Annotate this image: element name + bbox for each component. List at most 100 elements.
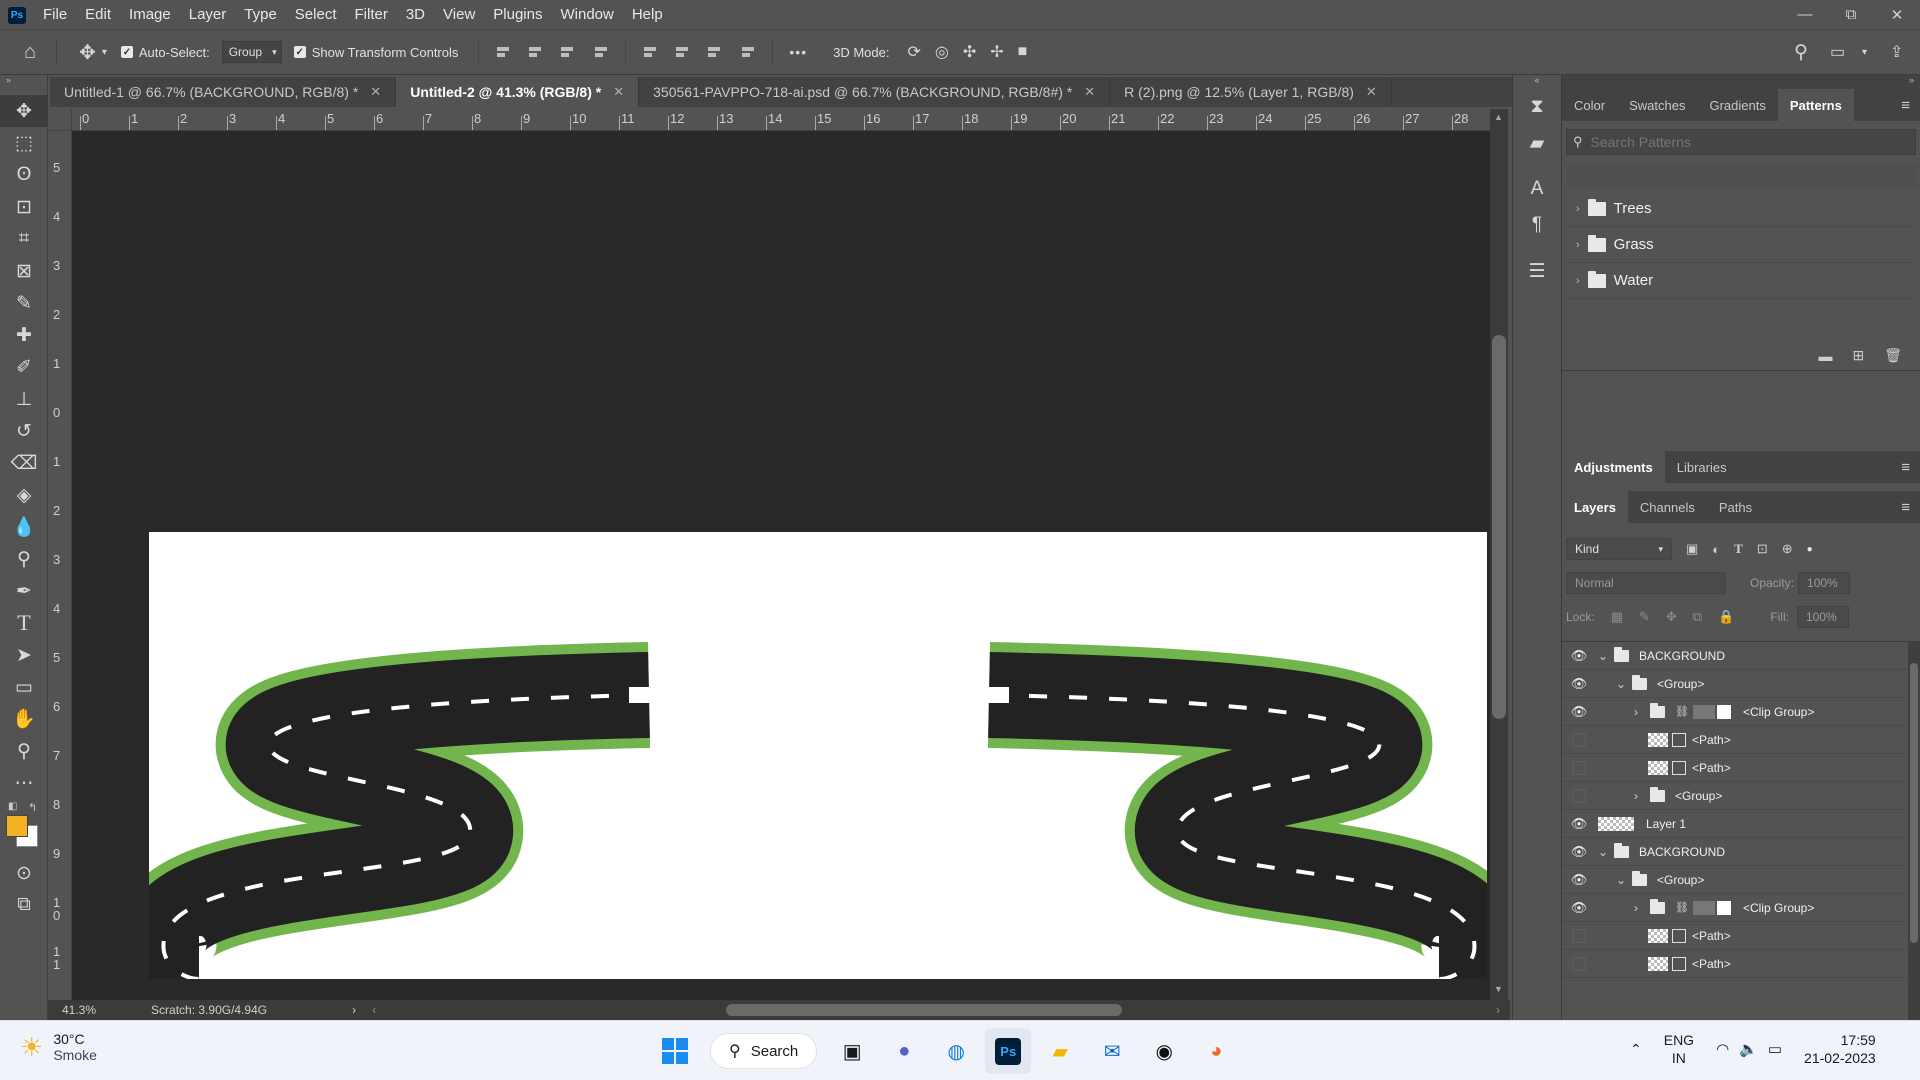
language-indicator[interactable]: ENG IN: [1664, 1031, 1694, 1067]
chevron-right-icon[interactable]: ›: [1634, 789, 1648, 803]
blend-mode-dropdown[interactable]: Normal: [1566, 572, 1726, 594]
file-explorer-icon[interactable]: ▰: [1037, 1028, 1083, 1074]
document-canvas[interactable]: [149, 532, 1487, 979]
weather-widget[interactable]: ☀ 30°C Smoke: [20, 1031, 97, 1063]
collapse-icon[interactable]: »: [0, 75, 47, 87]
mail-icon[interactable]: ✉: [1089, 1028, 1135, 1074]
home-icon[interactable]: ⌂: [24, 41, 36, 64]
clock[interactable]: 17:59 21-02-2023: [1804, 1031, 1876, 1067]
frame-tool[interactable]: ⊠: [0, 255, 48, 287]
menu-layer[interactable]: Layer: [180, 0, 236, 29]
status-menu-arrow[interactable]: ›: [352, 1003, 356, 1017]
edge-browser-icon[interactable]: ◍: [933, 1028, 979, 1074]
comments-icon[interactable]: ▰: [1513, 125, 1561, 161]
visibility-eye-icon[interactable]: 👁: [1562, 900, 1596, 916]
visibility-eye-icon[interactable]: 👁: [1562, 816, 1596, 832]
properties-icon[interactable]: ☰: [1513, 253, 1561, 289]
object-select-tool[interactable]: ⊡: [0, 191, 48, 223]
visibility-toggle[interactable]: [1572, 956, 1586, 971]
delete-icon[interactable]: 🗑: [1884, 347, 1902, 364]
scroll-down-icon[interactable]: ▼: [1494, 984, 1503, 994]
scroll-left-icon[interactable]: ‹: [372, 1003, 376, 1017]
fill-field[interactable]: 100%: [1796, 606, 1849, 628]
chevron-right-icon[interactable]: ›: [1576, 275, 1580, 287]
marquee-tool[interactable]: ⬚: [0, 127, 48, 159]
visibility-toggle[interactable]: [1572, 732, 1586, 747]
close-button[interactable]: ✕: [1874, 0, 1920, 29]
chevron-down-icon[interactable]: ⌄: [1598, 845, 1612, 859]
menu-help[interactable]: Help: [623, 0, 672, 29]
kind-filter-dropdown[interactable]: Kind ▾: [1566, 538, 1672, 560]
screen-mode-icon[interactable]: ⧉: [0, 889, 48, 921]
pattern-group-grass[interactable]: › Grass: [1566, 227, 1916, 263]
dell-icon[interactable]: ◉: [1141, 1028, 1187, 1074]
tab-untitled-2[interactable]: Untitled-2 @ 41.3% (RGB/8) * ✕: [396, 77, 640, 107]
move-tool-icon[interactable]: ✥: [79, 40, 96, 65]
crop-tool[interactable]: ⌗: [0, 223, 48, 255]
blur-tool[interactable]: 💧: [0, 511, 48, 543]
layer-row[interactable]: <Path>: [1562, 754, 1908, 782]
stamp-tool[interactable]: ⊥: [0, 383, 48, 415]
align-top-icon[interactable]: [642, 44, 658, 60]
menu-image[interactable]: Image: [120, 0, 180, 29]
layers-scrollbar[interactable]: [1908, 641, 1920, 1059]
visibility-toggle[interactable]: [1572, 788, 1586, 803]
minimize-button[interactable]: —: [1782, 0, 1828, 29]
filter-smart-object-icon[interactable]: ⊕: [1782, 541, 1793, 557]
tab-r2-png[interactable]: R (2).png @ 12.5% (Layer 1, RGB/8) ✕: [1110, 77, 1392, 107]
firefox-icon[interactable]: ◕: [1193, 1028, 1239, 1074]
search-patterns-input[interactable]: [1590, 134, 1891, 150]
panel-menu-icon[interactable]: ≡: [1901, 89, 1920, 121]
chevron-down-icon[interactable]: ⌄: [1598, 649, 1612, 663]
start-button[interactable]: [652, 1028, 698, 1074]
scroll-up-icon[interactable]: ▲: [1494, 112, 1503, 122]
tab-patterns[interactable]: Patterns: [1777, 89, 1854, 121]
chevron-down-icon[interactable]: ▾: [102, 47, 107, 58]
filter-toggle-icon[interactable]: ●: [1807, 544, 1813, 555]
layers-scroll-thumb[interactable]: [1910, 663, 1918, 943]
menu-3d[interactable]: 3D: [397, 0, 434, 29]
lock-pixels-icon[interactable]: ✎: [1639, 609, 1650, 625]
path-selection-tool[interactable]: ➤: [0, 639, 48, 671]
filter-adjustment-icon[interactable]: ◐: [1712, 542, 1720, 557]
eraser-tool[interactable]: ⌫: [0, 447, 48, 479]
chevron-right-icon[interactable]: ›: [1576, 203, 1580, 215]
tab-untitled-1[interactable]: Untitled-1 @ 66.7% (BACKGROUND, RGB/8) *…: [50, 77, 397, 107]
chevron-down-icon[interactable]: ⌄: [1616, 873, 1630, 887]
auto-select-checkbox[interactable]: ✓: [120, 46, 133, 58]
tab-channels[interactable]: Channels: [1628, 491, 1707, 523]
distribute-vertical-icon[interactable]: [740, 44, 756, 60]
chevron-down-icon[interactable]: ▾: [1862, 47, 1867, 58]
history-brush-tool[interactable]: ↺: [0, 415, 48, 447]
close-icon[interactable]: ✕: [1084, 84, 1095, 100]
scroll-right-icon[interactable]: ›: [1496, 1003, 1500, 1017]
video-camera-icon[interactable]: ■: [1018, 43, 1028, 61]
vertical-scroll-thumb[interactable]: [1492, 335, 1506, 719]
lock-all-icon[interactable]: 🔒: [1718, 609, 1734, 625]
lock-position-icon[interactable]: ✥: [1666, 609, 1677, 625]
align-bottom-icon[interactable]: [706, 44, 722, 60]
taskbar-search[interactable]: ⚲ Search: [710, 1033, 818, 1069]
layer-row[interactable]: 👁 › ⛓ <Clip Group>: [1562, 698, 1908, 726]
tab-color[interactable]: Color: [1562, 89, 1617, 121]
tab-libraries[interactable]: Libraries: [1665, 451, 1739, 483]
chevron-right-icon[interactable]: ›: [1634, 901, 1648, 915]
menu-type[interactable]: Type: [235, 0, 286, 29]
visibility-eye-icon[interactable]: 👁: [1562, 844, 1596, 860]
visibility-eye-icon[interactable]: 👁: [1562, 704, 1596, 720]
layer-row[interactable]: <Path>: [1562, 950, 1908, 978]
slide-3d-icon[interactable]: ✢: [990, 42, 1003, 62]
roll-3d-icon[interactable]: ◎: [935, 42, 949, 62]
show-transform-checkbox[interactable]: ✓: [293, 46, 306, 58]
menu-file[interactable]: File: [34, 0, 76, 29]
swap-colors-icon[interactable]: ↰: [28, 801, 37, 814]
more-tools-icon[interactable]: ⋯: [0, 767, 48, 799]
canvas-area[interactable]: [72, 131, 1490, 1000]
auto-select-dropdown[interactable]: Group ▾: [221, 41, 282, 63]
visibility-eye-icon[interactable]: 👁: [1562, 648, 1596, 664]
visibility-toggle[interactable]: [1572, 928, 1586, 943]
new-group-icon[interactable]: ▬: [1818, 348, 1832, 364]
wifi-icon[interactable]: ◠: [1716, 1040, 1729, 1058]
menu-plugins[interactable]: Plugins: [484, 0, 551, 29]
visibility-toggle[interactable]: [1572, 760, 1586, 775]
